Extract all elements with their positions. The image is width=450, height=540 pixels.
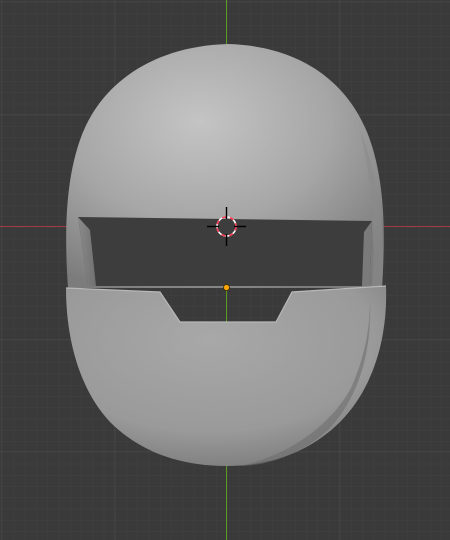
viewport-canvas[interactable] — [0, 0, 450, 540]
visor-opening — [78, 217, 372, 286]
3d-viewport[interactable] — [0, 0, 450, 540]
helmet-mesh[interactable] — [65, 44, 387, 466]
origin-dot-icon[interactable] — [223, 284, 230, 291]
